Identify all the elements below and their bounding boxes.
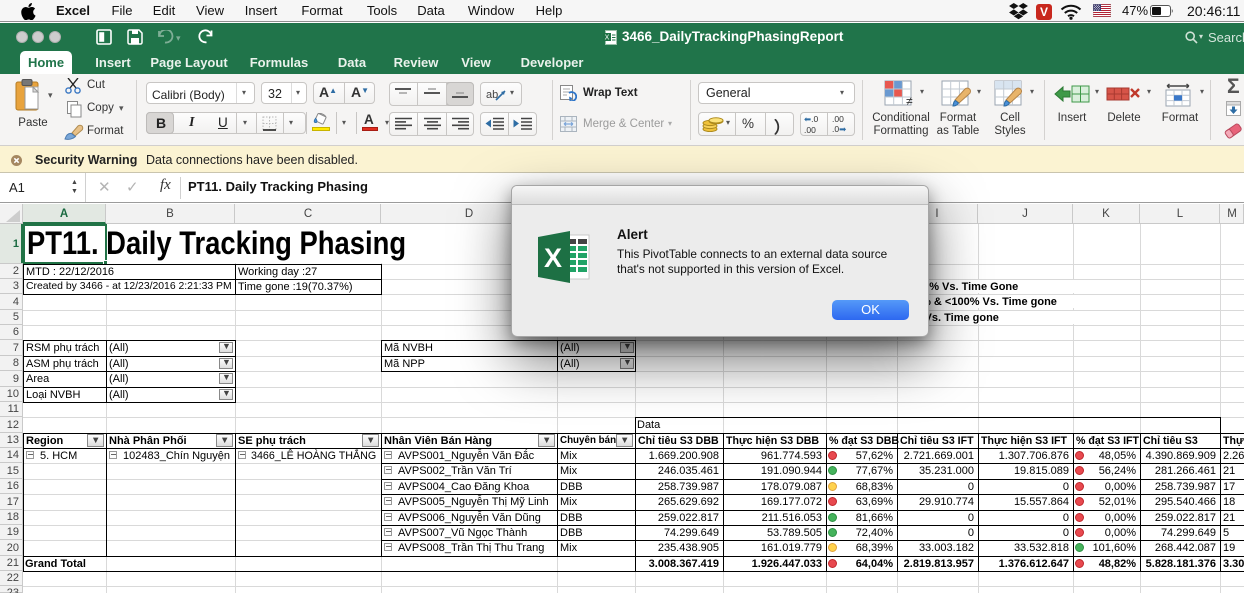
svg-text:X: X [605,35,610,42]
svg-text:≠: ≠ [906,94,913,108]
svg-text:X: X [544,243,562,273]
